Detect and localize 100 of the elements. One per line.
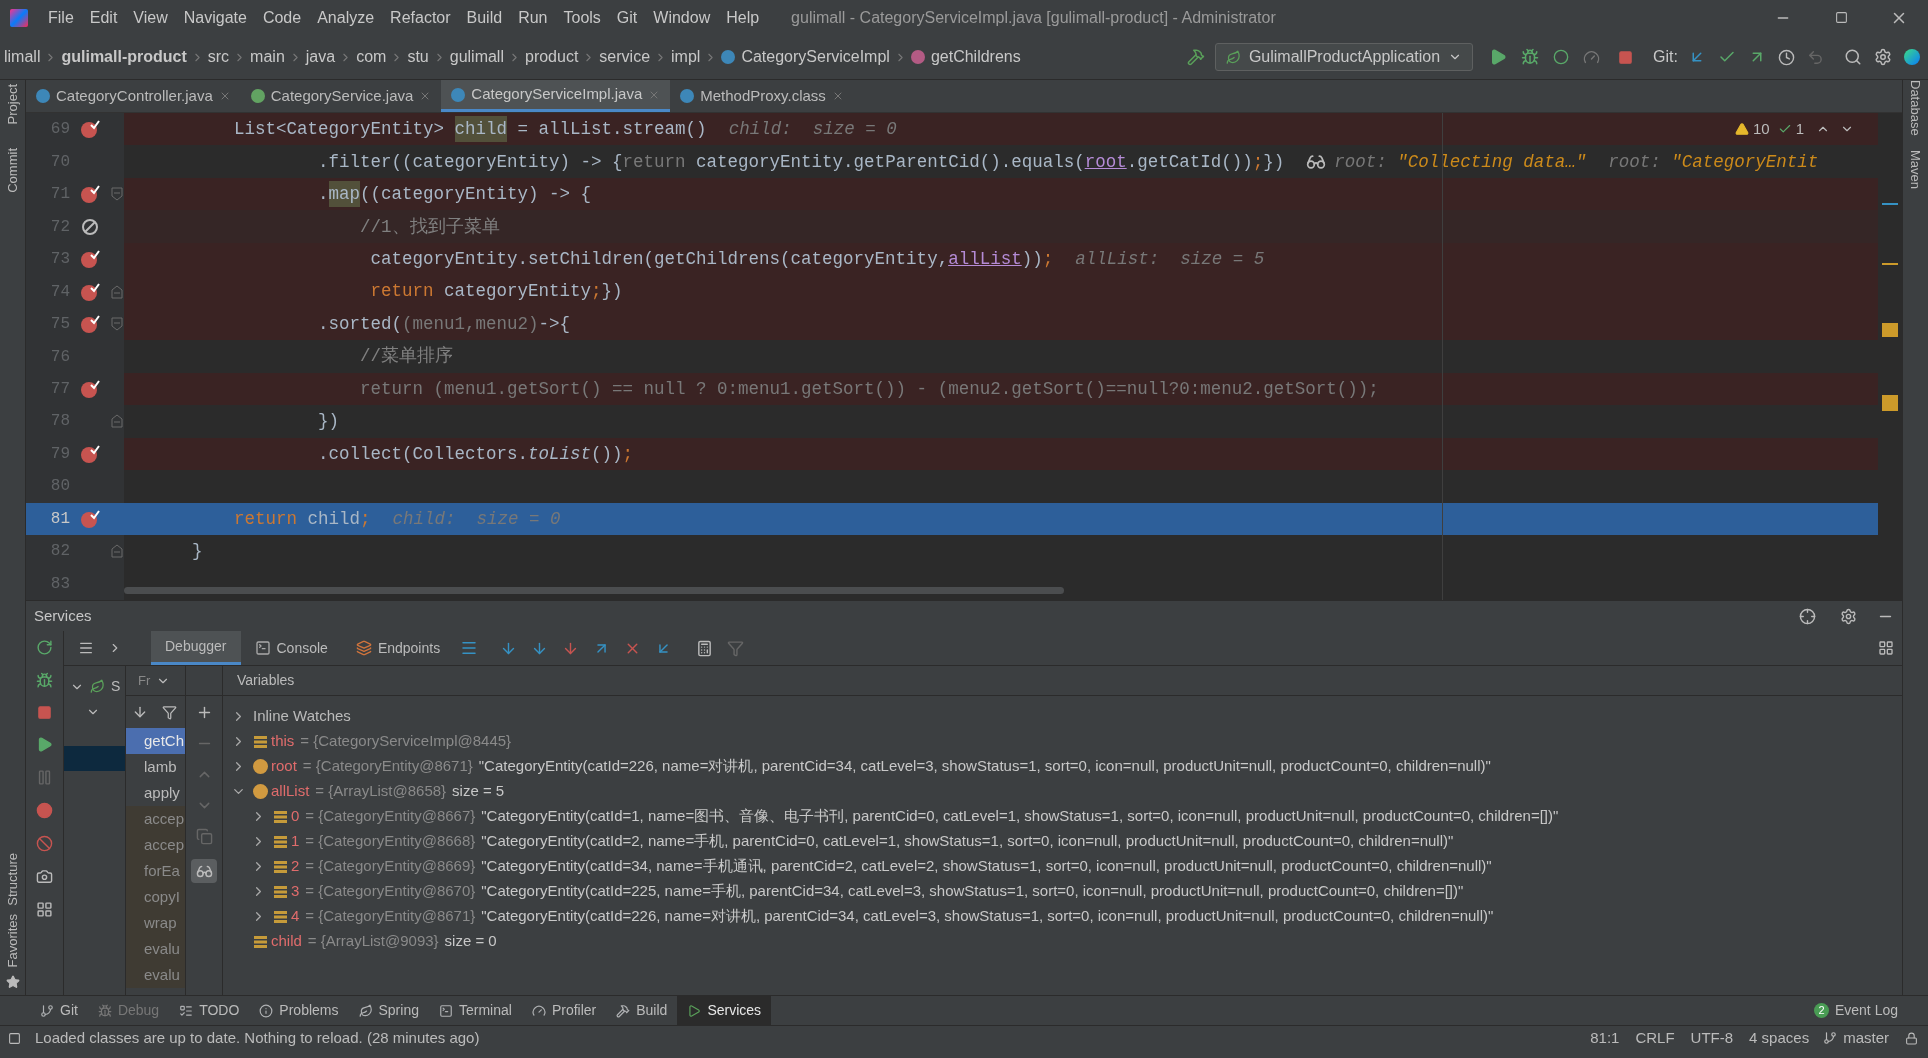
threads-icon[interactable] (460, 639, 479, 657)
tool-tab[interactable]: Profiler (521, 996, 607, 1025)
stop-icon[interactable] (37, 705, 52, 720)
history-icon[interactable] (1778, 48, 1795, 66)
event-log-tab[interactable]: Event Log (1834, 1000, 1898, 1021)
breadcrumb-item[interactable]: main (250, 45, 285, 69)
service-label[interactable]: S (111, 676, 121, 697)
breakpoint-icon[interactable] (80, 249, 100, 270)
menu-item[interactable]: Run (510, 5, 556, 30)
tool-window-tab[interactable]: Commit (0, 148, 29, 194)
watches-toggle[interactable] (191, 859, 217, 883)
run-icon[interactable] (1489, 48, 1508, 66)
stack-frame[interactable]: apply (126, 780, 185, 806)
tool-tab[interactable]: Services (677, 996, 772, 1025)
stack-frame[interactable]: copyI (126, 884, 185, 910)
breakpoints-icon[interactable] (36, 802, 53, 819)
breakpoint-icon[interactable] (80, 379, 100, 399)
layout-icon[interactable] (36, 901, 53, 918)
layout-icon[interactable] (1878, 640, 1894, 656)
breadcrumb-item[interactable]: product (525, 45, 579, 69)
breakpoint-icon[interactable] (80, 508, 100, 529)
tool-tab[interactable]: Problems (249, 996, 349, 1025)
stack-frame[interactable]: getCh (126, 728, 185, 754)
editor-tab[interactable]: MethodProxy.class (670, 80, 854, 112)
breakpoint-icon[interactable] (80, 281, 100, 302)
resume-icon[interactable] (36, 736, 53, 753)
breadcrumb-item[interactable]: limall (4, 45, 41, 69)
tool-window-tab[interactable]: Structure (0, 852, 29, 906)
breadcrumb-item[interactable]: impl (671, 45, 701, 69)
hammer-icon[interactable] (1186, 48, 1205, 66)
line-separator[interactable]: CRLF (1627, 1026, 1683, 1050)
menu-item[interactable]: Analyze (309, 5, 383, 30)
editor-tab[interactable]: CategoryServiceImpl.java (441, 80, 671, 112)
editor-tab[interactable]: CategoryController.java (26, 80, 241, 112)
debugger-tab[interactable]: Console (240, 631, 342, 665)
caret-position[interactable]: 81:1 (1582, 1026, 1628, 1050)
breadcrumb-item[interactable]: src (207, 45, 230, 69)
tool-window-tab[interactable]: Database (1897, 80, 1928, 136)
debugger-tab[interactable]: Endpoints (341, 631, 455, 665)
rerun-icon[interactable] (36, 639, 53, 656)
gauge-icon[interactable] (1583, 48, 1601, 66)
stack-frame[interactable]: forEa (126, 858, 185, 884)
stack-frame[interactable]: accep (126, 832, 185, 858)
settings-icon[interactable] (1840, 607, 1857, 625)
file-encoding[interactable]: UTF-8 (1682, 1026, 1742, 1050)
stack-frame[interactable]: wrap (126, 910, 185, 936)
stack-frame[interactable]: evalu (126, 962, 185, 988)
lock-icon[interactable] (1905, 1031, 1918, 1045)
locate-icon[interactable] (1799, 607, 1816, 625)
breakpoint-icon[interactable] (80, 184, 100, 205)
breadcrumb-item[interactable]: com (356, 45, 387, 69)
breadcrumb-item[interactable]: CategoryServiceImpl (741, 45, 890, 69)
debugger-tab[interactable]: Debugger (151, 631, 241, 665)
coverage-icon[interactable] (1553, 49, 1570, 65)
breadcrumb-item[interactable]: java (305, 45, 336, 69)
horizontal-scrollbar[interactable] (124, 587, 1064, 594)
run-configuration-dropdown[interactable]: GulimallProductApplication (1214, 43, 1474, 71)
tool-tab[interactable]: Terminal (428, 996, 522, 1025)
breakpoint-icon[interactable] (80, 119, 100, 140)
breadcrumb-item[interactable]: gulimall (449, 45, 504, 69)
menu-item[interactable]: Tools (555, 5, 609, 30)
menu-item[interactable]: Edit (81, 5, 126, 30)
stack-frame[interactable]: lamb (126, 754, 185, 780)
tool-tab[interactable]: TODO (169, 996, 250, 1025)
menu-item[interactable]: File (40, 5, 82, 30)
expand-all-icon[interactable] (78, 640, 94, 656)
restore-icon[interactable] (1835, 11, 1848, 24)
tool-tab[interactable]: Git (30, 996, 88, 1025)
stack-frame[interactable]: evalu (126, 936, 185, 962)
menu-item[interactable]: Refactor (382, 5, 459, 30)
menu-item[interactable]: Build (458, 5, 511, 30)
menu-item[interactable]: Git (608, 5, 646, 30)
settings-icon[interactable] (1874, 48, 1892, 66)
tool-tab[interactable]: Build (606, 996, 678, 1025)
git-branch[interactable]: master (1837, 1026, 1895, 1050)
tool-tab[interactable]: Spring (348, 996, 429, 1025)
mute-breakpoints-icon[interactable] (36, 835, 53, 852)
menu-item[interactable]: Code (254, 5, 310, 30)
camera-icon[interactable] (36, 868, 53, 885)
breadcrumb-item[interactable]: service (599, 45, 651, 69)
breakpoint-icon[interactable] (80, 443, 100, 464)
breakpoint-icon[interactable] (80, 314, 100, 335)
breadcrumb-item[interactable]: gulimall-product (61, 45, 187, 69)
filter-icon[interactable] (162, 704, 177, 720)
indent-setting[interactable]: 4 spaces (1741, 1026, 1818, 1050)
muted-breakpoint-icon[interactable] (81, 217, 99, 236)
bug-icon[interactable] (1521, 48, 1540, 66)
tool-window-tab[interactable]: Favorites (0, 913, 29, 967)
panel-toggle-icon[interactable] (8, 1031, 21, 1045)
menu-item[interactable]: Navigate (175, 5, 255, 30)
editor-tab[interactable]: CategoryService.java (240, 80, 442, 112)
breadcrumb-item[interactable]: getChildrens (930, 45, 1021, 69)
calculator-icon[interactable] (696, 639, 714, 657)
breadcrumb-item[interactable]: stu (407, 45, 429, 69)
search-icon[interactable] (1844, 48, 1862, 66)
menu-item[interactable]: Help (718, 5, 768, 30)
menu-item[interactable]: View (125, 5, 176, 30)
menu-item[interactable]: Window (645, 5, 719, 30)
tool-window-tab[interactable]: Maven (1897, 149, 1928, 189)
bug-icon[interactable] (36, 672, 53, 689)
